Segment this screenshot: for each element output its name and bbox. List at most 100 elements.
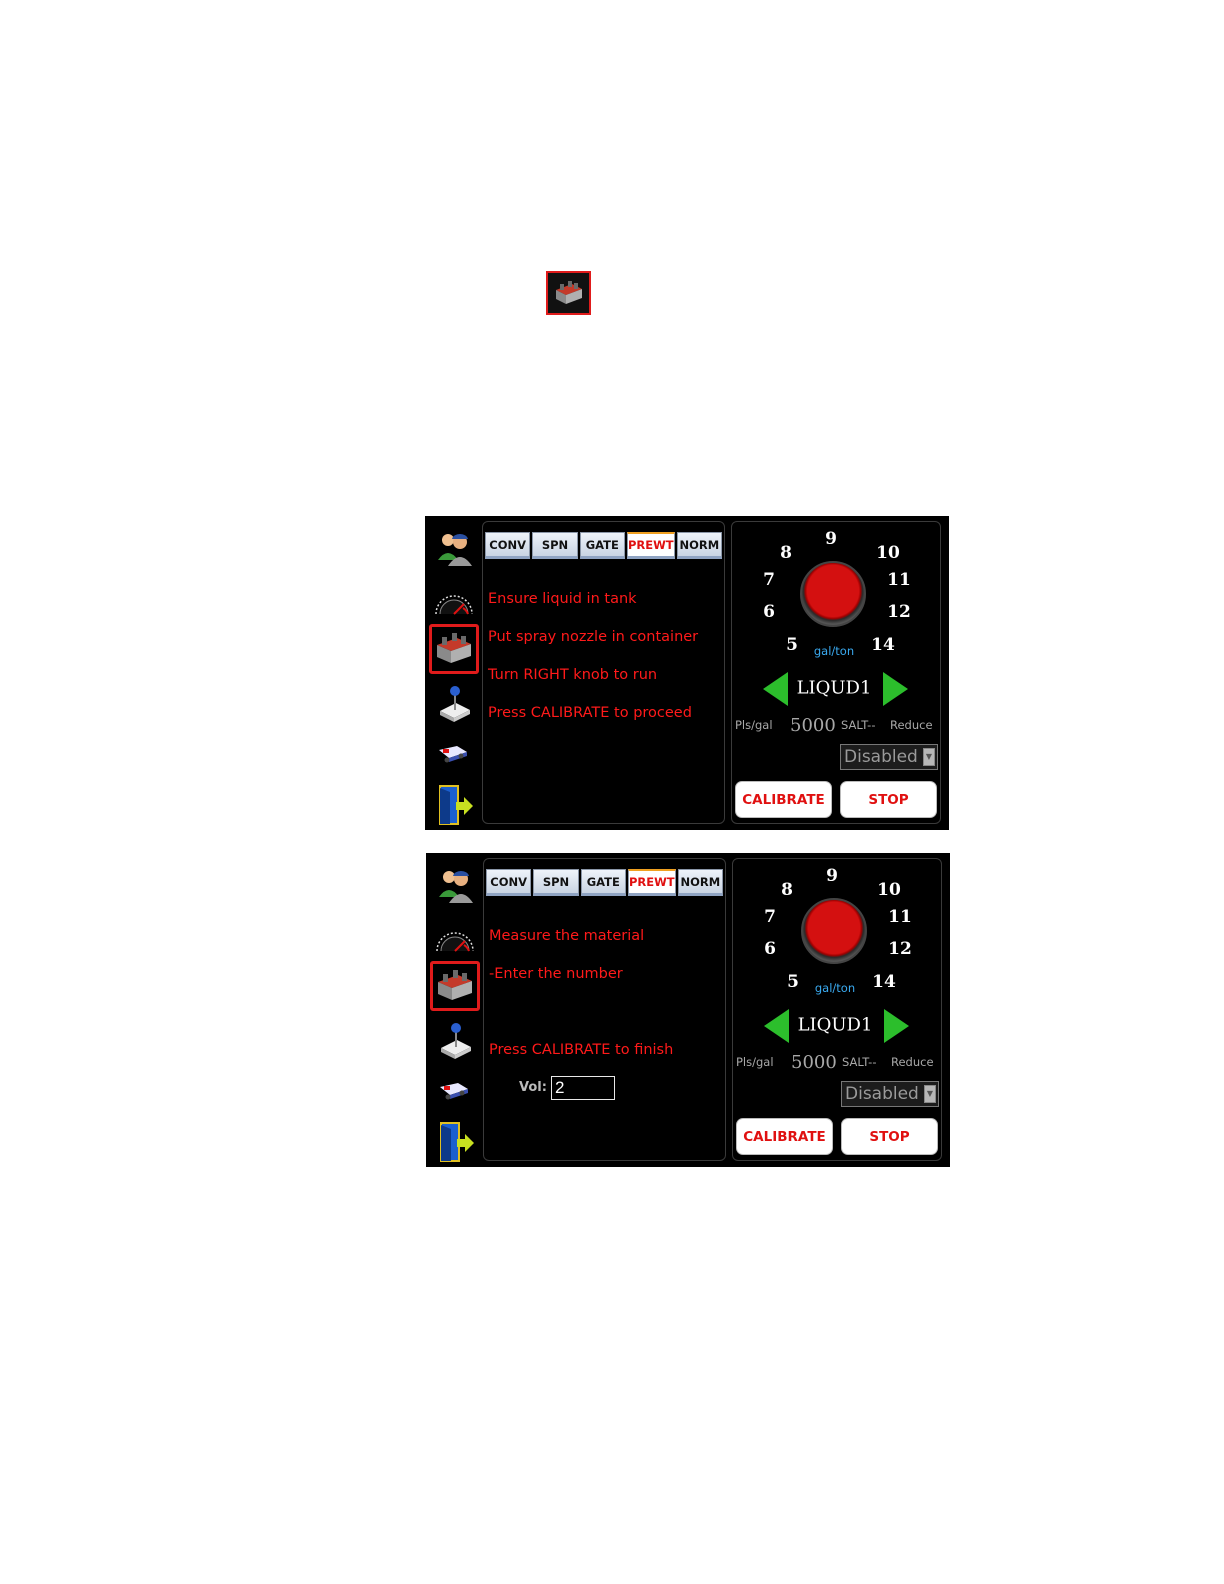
- dial-number: 5: [786, 635, 798, 655]
- tab-gate[interactable]: GATE: [579, 532, 625, 559]
- tab-bar: CONV SPN GATE PREWT NORM: [485, 532, 722, 559]
- reduce-select-value: Disabled: [844, 747, 918, 767]
- valve-button[interactable]: [430, 961, 480, 1011]
- dial-number: 10: [877, 880, 901, 900]
- chevron-down-icon: ▼: [924, 1085, 936, 1103]
- material-name: LIQUD1: [796, 677, 872, 699]
- users-button[interactable]: [429, 524, 479, 574]
- truck-icon: [439, 746, 467, 763]
- pls-value: 5000: [790, 715, 836, 736]
- tab-bar: CONV SPN GATE PREWT NORM: [486, 869, 723, 896]
- joystick-icon: [441, 1023, 471, 1059]
- tab-spn[interactable]: SPN: [533, 869, 579, 896]
- material-name: LIQUD1: [797, 1014, 873, 1036]
- exit-button[interactable]: [429, 780, 479, 830]
- joystick-button[interactable]: [430, 1015, 480, 1065]
- dial-number: 9: [826, 866, 838, 886]
- reduce-select-value: Disabled: [845, 1084, 919, 1104]
- dial-number: 11: [887, 570, 911, 590]
- pls-label: Pls/gal: [736, 1055, 774, 1069]
- dial-number: 7: [763, 570, 775, 590]
- salt-label: SALT--: [841, 718, 876, 732]
- instruction-line: Measure the material: [489, 928, 645, 944]
- reduce-select[interactable]: Disabled ▼: [840, 744, 938, 770]
- dial-number: 6: [764, 939, 776, 959]
- salt-label: SALT--: [842, 1055, 877, 1069]
- reduce-select[interactable]: Disabled ▼: [841, 1081, 939, 1107]
- next-material-arrow-icon[interactable]: [884, 1009, 909, 1043]
- instruction-panel: CONV SPN GATE PREWT NORM Measure the mat…: [483, 858, 726, 1161]
- speedometer-button[interactable]: [430, 913, 480, 963]
- vol-input[interactable]: [551, 1076, 615, 1100]
- dial-number: 6: [763, 602, 775, 622]
- exit-door-icon: [439, 785, 473, 825]
- pls-label: Pls/gal: [735, 718, 773, 732]
- instruction-line: Press CALIBRATE to finish: [489, 1042, 674, 1058]
- dial-number: 11: [888, 907, 912, 927]
- valve-button[interactable]: [429, 624, 479, 674]
- joystick-icon: [440, 686, 470, 722]
- reduce-label: Reduce: [890, 718, 933, 732]
- instruction-line: Turn RIGHT knob to run: [488, 667, 658, 683]
- users-icon: [439, 870, 473, 903]
- calibrate-button[interactable]: CALIBRATE: [736, 1118, 833, 1155]
- instruction-line: -Enter the number: [489, 966, 623, 982]
- control-panel: 9 8 10 7 11 6 12 5 14 gal/ton LIQUD1 Pls…: [731, 521, 941, 824]
- truck-icon: [440, 1083, 468, 1100]
- dial-number: 8: [780, 543, 792, 563]
- tab-norm[interactable]: NORM: [676, 532, 722, 559]
- tab-norm[interactable]: NORM: [677, 869, 723, 896]
- speedometer-icon: [435, 595, 473, 615]
- calibrate-button[interactable]: CALIBRATE: [735, 781, 832, 818]
- tab-conv[interactable]: CONV: [486, 869, 532, 896]
- dial-unit: gal/ton: [813, 644, 855, 658]
- dial-number: 12: [887, 602, 911, 622]
- vol-label: Vol:: [519, 1080, 547, 1095]
- tab-gate[interactable]: GATE: [580, 869, 626, 896]
- dial-number: 14: [872, 972, 896, 992]
- calibration-screen-step2: CONV SPN GATE PREWT NORM Measure the mat…: [426, 853, 950, 1167]
- prev-material-arrow-icon[interactable]: [764, 1009, 789, 1043]
- dial-number: 10: [876, 543, 900, 563]
- dial-number: 9: [825, 529, 837, 549]
- rate-knob[interactable]: [801, 898, 867, 964]
- valve-block-icon: [546, 271, 591, 315]
- exit-button[interactable]: [430, 1117, 480, 1167]
- calibration-screen-step1: CONV SPN GATE PREWT NORM Ensure liquid i…: [425, 516, 949, 830]
- instruction-line: Press CALIBRATE to proceed: [488, 705, 692, 721]
- tab-prewt[interactable]: PREWT: [626, 532, 675, 559]
- dial-number: 14: [871, 635, 895, 655]
- joystick-button[interactable]: [429, 678, 479, 728]
- valve-block-icon: [437, 633, 471, 663]
- next-material-arrow-icon[interactable]: [883, 672, 908, 706]
- pls-value: 5000: [791, 1052, 837, 1073]
- reduce-label: Reduce: [891, 1055, 934, 1069]
- valve-block-icon: [438, 970, 472, 1000]
- dial-number: 5: [787, 972, 799, 992]
- sidebar: [426, 853, 482, 1167]
- tab-spn[interactable]: SPN: [532, 532, 578, 559]
- truck-button[interactable]: [430, 1065, 480, 1115]
- tab-conv[interactable]: CONV: [485, 532, 531, 559]
- chevron-down-icon: ▼: [923, 748, 935, 766]
- dial-number: 8: [781, 880, 793, 900]
- instruction-panel: CONV SPN GATE PREWT NORM Ensure liquid i…: [482, 521, 725, 824]
- prev-material-arrow-icon[interactable]: [763, 672, 788, 706]
- speedometer-icon: [436, 932, 474, 952]
- control-panel: 9 8 10 7 11 6 12 5 14 gal/ton LIQUD1 Pls…: [732, 858, 942, 1161]
- speedometer-button[interactable]: [429, 576, 479, 626]
- users-icon: [438, 533, 472, 566]
- dial-number: 7: [764, 907, 776, 927]
- truck-button[interactable]: [429, 728, 479, 778]
- instruction-line: Put spray nozzle in container: [488, 629, 699, 645]
- sidebar: [425, 516, 481, 830]
- dial-number: 12: [888, 939, 912, 959]
- stop-button[interactable]: STOP: [841, 1118, 938, 1155]
- tab-prewt[interactable]: PREWT: [627, 869, 676, 896]
- dial-unit: gal/ton: [814, 981, 856, 995]
- instruction-line: Ensure liquid in tank: [488, 591, 637, 607]
- rate-knob[interactable]: [800, 561, 866, 627]
- exit-door-icon: [440, 1122, 474, 1162]
- users-button[interactable]: [430, 861, 480, 911]
- stop-button[interactable]: STOP: [840, 781, 937, 818]
